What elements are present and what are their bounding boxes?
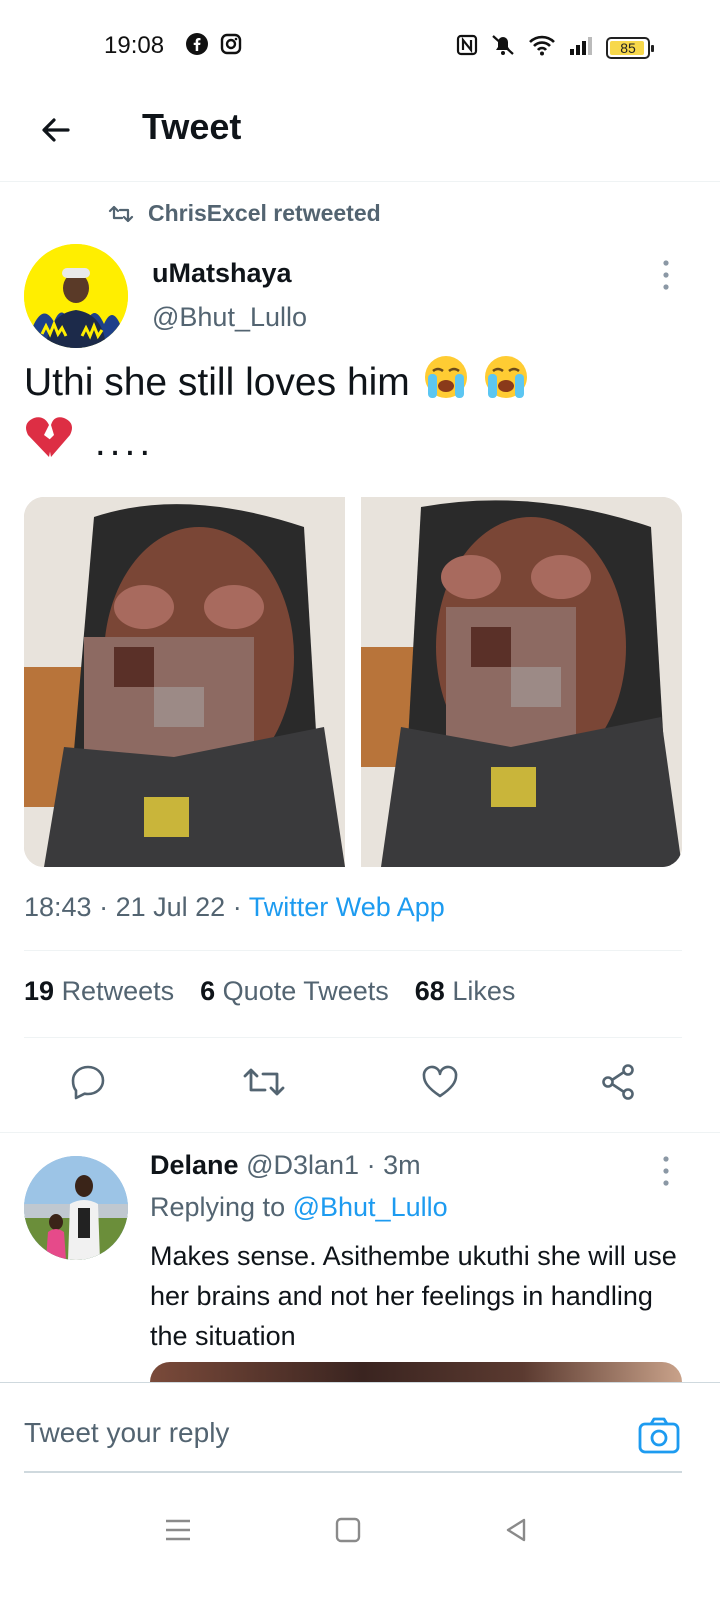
reply-author-name[interactable]: Delane xyxy=(150,1150,239,1180)
battery-level: 85 xyxy=(620,39,636,56)
replying-to: Replying to @Bhut_Lullo xyxy=(150,1192,448,1223)
reply-header: Delane @D3lan1 · 3m xyxy=(150,1150,421,1180)
reply-input[interactable]: Tweet your reply xyxy=(24,1417,229,1449)
tweet-date: 21 Jul 22 xyxy=(115,892,226,922)
home-button[interactable] xyxy=(328,1510,368,1550)
replying-to-label: Replying to xyxy=(150,1192,286,1222)
divider xyxy=(0,1132,720,1133)
heart-icon xyxy=(422,1065,458,1098)
arrow-left-icon xyxy=(42,118,70,142)
status-time: 19:08 xyxy=(104,32,165,59)
divider xyxy=(24,1471,682,1473)
reply-text: Makes sense. Asithembe ukuthi she will u… xyxy=(150,1241,677,1351)
more-vertical-icon xyxy=(663,260,669,290)
divider xyxy=(24,1037,682,1038)
back-button[interactable] xyxy=(36,110,76,150)
recent-apps-button[interactable] xyxy=(158,1510,198,1550)
share-icon xyxy=(602,1064,634,1100)
tweet-media-image-2[interactable] xyxy=(361,497,682,867)
instagram-icon xyxy=(220,33,242,60)
status-right-icons: 85 xyxy=(456,33,654,62)
battery-icon: 85 xyxy=(606,36,654,59)
author-handle[interactable]: @Bhut_Lullo xyxy=(152,302,307,333)
more-vertical-icon xyxy=(663,1156,669,1186)
tweet-actions xyxy=(0,1060,720,1110)
status-bar: 19:08 85 xyxy=(0,0,720,90)
tweet-more-options-button[interactable] xyxy=(656,258,676,292)
reply-age: 3m xyxy=(383,1150,421,1180)
camera-icon xyxy=(638,1417,680,1454)
tweet-meta: 18:43 · 21 Jul 22 · Twitter Web App xyxy=(24,892,445,922)
camera-button[interactable] xyxy=(636,1413,682,1459)
tweet-text-line1: Uthi she still loves him xyxy=(24,360,410,404)
reply-icon xyxy=(71,1065,105,1100)
likes-stat[interactable]: 68 Likes xyxy=(415,976,516,1007)
tweet-text: Uthi she still loves him .... xyxy=(24,354,624,474)
retweet-context[interactable]: ChrisExcel retweeted xyxy=(108,200,381,227)
reply-author-avatar[interactable] xyxy=(24,1156,128,1260)
tweet-text-line2: .... xyxy=(94,420,155,464)
like-button[interactable] xyxy=(418,1060,462,1104)
broken-heart-icon xyxy=(24,415,74,474)
reply-composer: Tweet your reply xyxy=(0,1382,720,1492)
status-left-icons xyxy=(186,33,242,60)
loudly-crying-face-icon xyxy=(481,354,531,415)
signal-icon xyxy=(568,34,594,61)
square-icon xyxy=(335,1517,361,1543)
menu-icon xyxy=(166,1519,190,1541)
wifi-icon xyxy=(528,34,556,61)
facebook-icon xyxy=(186,33,208,60)
tweet-media xyxy=(24,497,682,867)
nfc-icon xyxy=(456,34,478,61)
retweeted-by-label: ChrisExcel retweeted xyxy=(148,200,381,226)
tweet-time: 18:43 xyxy=(24,892,92,922)
tweet-source-link[interactable]: Twitter Web App xyxy=(249,892,445,922)
reply-author-handle[interactable]: @D3lan1 xyxy=(246,1150,359,1180)
author-avatar[interactable] xyxy=(24,244,128,348)
triangle-back-icon xyxy=(506,1518,526,1542)
top-app-bar: Tweet xyxy=(0,90,720,182)
author-name[interactable]: uMatshaya xyxy=(152,258,292,289)
retweet-icon xyxy=(243,1068,285,1096)
system-navigation-bar xyxy=(0,1492,720,1600)
replying-to-handle[interactable]: @Bhut_Lullo xyxy=(293,1192,448,1222)
retweets-stat[interactable]: 19 Retweets xyxy=(24,976,174,1007)
system-back-button[interactable] xyxy=(496,1510,536,1550)
mute-icon xyxy=(490,33,516,62)
tweet-stats: 19 Retweets 6 Quote Tweets 68 Likes xyxy=(24,976,515,1007)
reply-button[interactable] xyxy=(66,1060,110,1104)
retweet-icon xyxy=(108,205,134,222)
page-title: Tweet xyxy=(142,106,242,147)
quote-tweets-stat[interactable]: 6 Quote Tweets xyxy=(200,976,389,1007)
retweet-button[interactable] xyxy=(242,1060,286,1104)
loudly-crying-face-icon xyxy=(421,354,471,415)
tweet-media-image-1[interactable] xyxy=(24,497,345,867)
divider xyxy=(24,950,682,951)
share-button[interactable] xyxy=(596,1060,640,1104)
reply-more-options-button[interactable] xyxy=(656,1154,676,1188)
